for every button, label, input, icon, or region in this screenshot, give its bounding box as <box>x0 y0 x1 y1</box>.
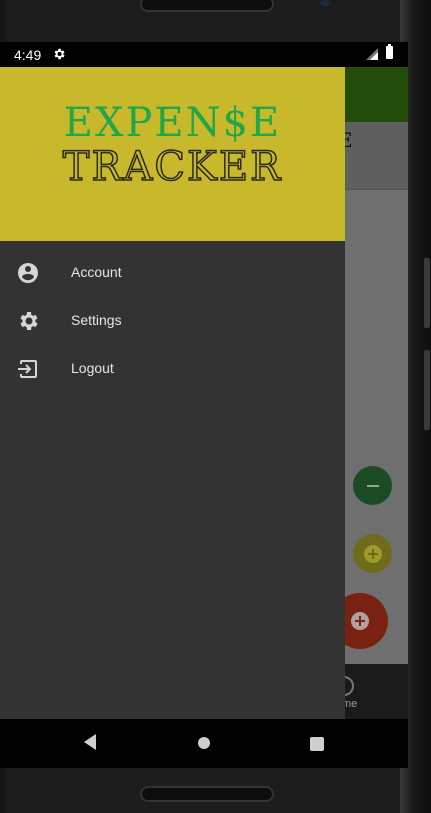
drawer-item-label: Account <box>71 264 122 280</box>
gear-icon <box>20 312 38 330</box>
drawer-item-label: Settings <box>71 312 122 328</box>
recents-icon[interactable] <box>310 737 324 751</box>
front-camera <box>320 0 330 6</box>
status-time: 4:49 <box>14 47 42 63</box>
settings-status-icon <box>54 48 65 60</box>
remove-expense-fab[interactable] <box>353 466 392 505</box>
drawer-item-settings[interactable]: Settings <box>0 297 345 345</box>
account-circle-icon <box>18 263 38 283</box>
device-screen: 4:49 E me EXPEN$E TRACKER Account Settin… <box>0 42 408 768</box>
power-button <box>424 350 430 430</box>
top-speaker <box>140 0 274 12</box>
add-circle-icon <box>363 544 382 563</box>
drawer-item-label: Logout <box>71 360 114 376</box>
status-bar: 4:49 <box>0 42 408 67</box>
system-navigation-bar <box>0 719 408 768</box>
drawer-header: EXPEN$E TRACKER <box>0 67 345 241</box>
add-income-fab[interactable] <box>353 534 392 573</box>
minus-icon <box>366 484 379 487</box>
drawer-item-account[interactable]: Account <box>0 249 345 297</box>
app-logo-line1: EXPEN$E <box>63 100 282 146</box>
battery-icon <box>386 44 393 59</box>
bottom-speaker <box>140 786 274 802</box>
add-circle-icon <box>351 612 369 630</box>
navigation-drawer: EXPEN$E TRACKER Account Settings Logout <box>0 67 345 719</box>
logout-icon <box>18 360 37 378</box>
signal-icon <box>366 48 378 60</box>
home-icon[interactable] <box>198 737 210 749</box>
drawer-item-logout[interactable]: Logout <box>0 345 345 393</box>
back-icon[interactable] <box>82 733 98 751</box>
app-logo-line2: TRACKER <box>62 144 283 190</box>
volume-button <box>424 258 430 328</box>
